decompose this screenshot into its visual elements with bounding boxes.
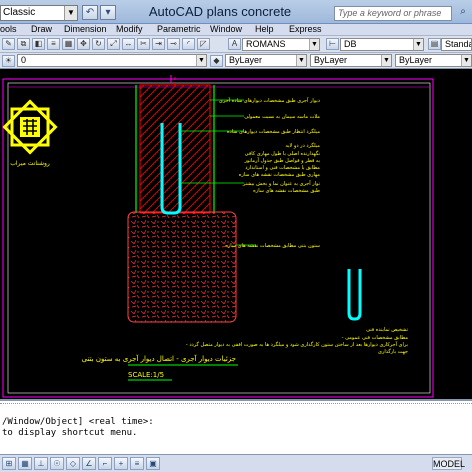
detail-caption: جزئیات دیوار آجری - اتصال دیوار آجری به … (82, 354, 236, 363)
dim-style-dropdown[interactable]: DB ▼ (340, 38, 424, 51)
osnap-icon[interactable]: ◇ (66, 457, 80, 470)
dyn-icon[interactable]: + (114, 457, 128, 470)
chevron-down-icon[interactable]: ▼ (196, 55, 206, 66)
scale-icon[interactable]: ⤢ (107, 38, 120, 50)
lineweight-icon[interactable]: ≡ (130, 457, 144, 470)
note-mortar: ملات ماسه سیمان به نسبت معمولی (244, 114, 320, 120)
note-rebar-line4: مهاری طبق مشخصات نقشه های سازه (239, 172, 321, 178)
menu-parametric[interactable]: Parametric (157, 24, 201, 35)
command-history-line1: /Window/Object] <real time>: (2, 417, 154, 427)
note-structure: طبق مشخصات نقشه های سازه (253, 188, 320, 194)
bottom-note-line2: - برای آجرکاری دیوارها بعد از ساختن ستون… (186, 341, 408, 348)
ortho-icon[interactable]: ⊥ (34, 457, 48, 470)
logo-caption: روشنانت میراب (10, 160, 50, 167)
model-button[interactable]: MODEL (432, 457, 465, 470)
chevron-down-icon[interactable]: ▼ (296, 55, 306, 66)
mirror-icon[interactable]: ◧ (32, 38, 45, 50)
snap-icon[interactable]: ⊞ (2, 457, 16, 470)
extend-icon[interactable]: ⇥ (152, 38, 165, 50)
undo-icon[interactable]: ↶ (82, 5, 98, 20)
layer-dropdown[interactable]: 0 ▼ (17, 54, 207, 67)
linetype-value: ByLayer (314, 55, 348, 65)
table-style-dropdown[interactable]: Standard (441, 38, 472, 51)
table-style-icon[interactable]: ▤ (428, 38, 441, 50)
otrack-icon[interactable]: ∠ (82, 457, 96, 470)
workspace-label: Classic (3, 7, 36, 18)
fillet-icon[interactable]: ◜ (182, 38, 195, 50)
chevron-down-icon[interactable]: ▼ (64, 6, 77, 20)
array-icon[interactable]: ▦ (62, 38, 75, 50)
dropdown-arrow-icon[interactable]: ▾ (100, 5, 116, 20)
grid-icon[interactable]: ▦ (18, 457, 32, 470)
note-wall: دیوار آجری طبق مشخصات دیوارهای ساده آجری (219, 97, 320, 104)
chevron-down-icon[interactable]: ▼ (413, 39, 423, 50)
text-style-icon[interactable]: A (228, 38, 241, 50)
chamfer-icon[interactable]: ◸ (197, 38, 210, 50)
command-line[interactable]: /Window/Object] <real time>: to display … (0, 399, 472, 454)
binoculars-search-icon[interactable]: ⌕ (456, 6, 470, 20)
drawing-svg: دیوار آجری طبق مشخصات دیوارهای ساده آجری… (2, 75, 434, 398)
styles-toolbar: ✎ ⧉ ◧ ≡ ▦ ✥ ↻ ⤢ ↔ ✂ ⇥ ⊸ ◜ ◸ A ROMANS ▼ ⊢… (0, 36, 472, 53)
linetype-dropdown[interactable]: ByLayer ▼ (310, 54, 392, 67)
move-icon[interactable]: ✥ (77, 38, 90, 50)
menu-dimension[interactable]: Dimension (64, 24, 107, 35)
ducs-icon[interactable]: ⌐ (98, 457, 112, 470)
note-anchor: میلگرد انتظار طبق مشخصات دیوارهای ساده (227, 128, 320, 135)
layer-value: 0 (21, 55, 27, 65)
menu-window[interactable]: Window (210, 24, 242, 35)
logo (2, 99, 58, 155)
color-dropdown[interactable]: ByLayer ▼ (225, 54, 307, 67)
bottom-note-title: تشخیص نماینده فنی (366, 327, 409, 333)
workspace-dropdown[interactable]: Classic ▼ (0, 5, 78, 21)
layer-properties-icon[interactable]: ☀ (2, 55, 15, 67)
note-rebar-line3: مطابق با مشخصات فنی و استاندارد (245, 165, 320, 171)
rotate-icon[interactable]: ↻ (92, 38, 105, 50)
lineweight-value: ByLayer (399, 55, 433, 65)
erase-icon[interactable]: ✎ (2, 38, 15, 50)
lineweight-dropdown[interactable]: ByLayer ▼ (395, 54, 472, 67)
menu-draw[interactable]: Draw (31, 24, 52, 35)
menu-bar: ools Draw Dimension Modify Parametric Wi… (0, 24, 472, 36)
menu-help[interactable]: Help (255, 24, 274, 35)
properties-toolbar: ☀ 0 ▼ ◆ ByLayer ▼ ByLayer ▼ ByLayer ▼ (0, 53, 472, 69)
offset-icon[interactable]: ≡ (47, 38, 60, 50)
scale-label: SCALE:1/5 (128, 371, 164, 379)
brick-wall (139, 84, 211, 214)
bottom-note-line1: - مطابق مشخصات فنی عمومی (342, 335, 409, 341)
u-rebar-detail (347, 269, 362, 321)
menu-modify[interactable]: Modify (116, 24, 143, 35)
chevron-down-icon[interactable]: ▼ (461, 55, 471, 66)
polar-icon[interactable]: ☉ (50, 457, 64, 470)
search-input[interactable]: Type a keyword or phrase (334, 6, 452, 21)
text-style-value: ROMANS (246, 39, 286, 49)
copy-icon[interactable]: ⧉ (17, 38, 30, 50)
note-rebar-line2: به قطر و فواصل طبق جدول آرماتور (244, 157, 320, 164)
command-history-line2: to display shortcut menu. (2, 428, 138, 438)
drawing-canvas[interactable]: دیوار آجری طبق مشخصات دیوارهای ساده آجری… (0, 69, 472, 399)
dim-style-icon[interactable]: ⊢ (326, 38, 339, 50)
chevron-down-icon[interactable]: ▼ (309, 39, 319, 50)
note-column: ستون بتنی مطابق مشخصات نقشه های سازه (225, 243, 320, 249)
note-rebar-title: میلگرد در دو لایه (285, 142, 320, 149)
bottom-note-line3: جهت بارگذاری (378, 348, 408, 355)
make-current-layer-icon[interactable]: ◆ (210, 55, 223, 67)
color-value: ByLayer (229, 55, 263, 65)
note-brick-band: نوار آجری به عنوان نما و بخش بیشتر (242, 180, 320, 187)
title-bar: Classic ▼ ↶ ▾ AutoCAD plans concrete col… (0, 0, 472, 37)
status-bar: ⊞ ▦ ⊥ ☉ ◇ ∠ ⌐ + ≡ ▣ MODEL (0, 454, 472, 472)
menu-tools[interactable]: ools (0, 24, 17, 35)
trim-icon[interactable]: ✂ (137, 38, 150, 50)
table-style-value: Standard (445, 39, 471, 49)
note-rebar-line1: نگهدارنده اصلی با طول مهاری کافی (245, 150, 320, 157)
quick-properties-icon[interactable]: ▣ (146, 457, 160, 470)
chevron-down-icon[interactable]: ▼ (381, 55, 391, 66)
break-icon[interactable]: ⊸ (167, 38, 180, 50)
text-style-dropdown[interactable]: ROMANS ▼ (242, 38, 320, 51)
concrete-column (127, 211, 237, 323)
menu-express[interactable]: Express (289, 24, 322, 35)
stretch-icon[interactable]: ↔ (122, 38, 135, 50)
dim-style-value: DB (344, 39, 357, 49)
